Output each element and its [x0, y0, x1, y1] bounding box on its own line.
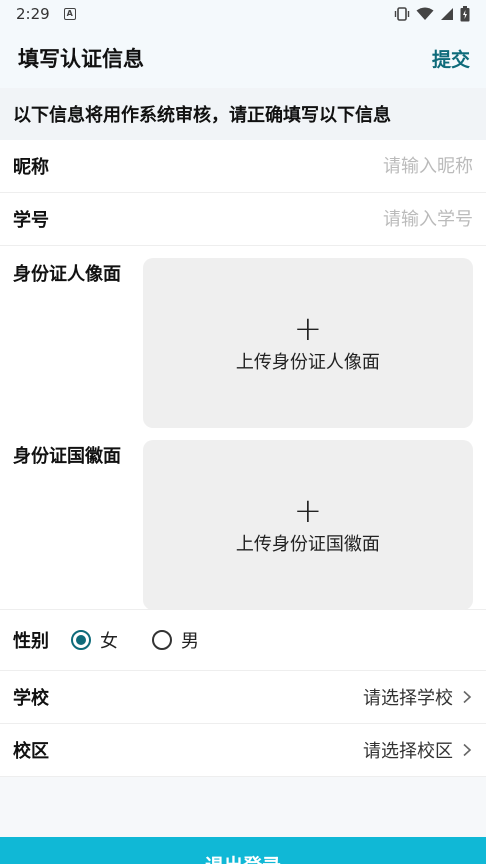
- notice-text: 以下信息将用作系统审核，请正确填写以下信息: [0, 88, 486, 140]
- id-front-label: 身份证人像面: [13, 264, 121, 285]
- chevron-right-icon: [463, 743, 472, 757]
- gender-option-label: 男: [181, 631, 199, 652]
- battery-icon: [460, 6, 470, 22]
- campus-value: 请选择校区: [363, 741, 453, 762]
- status-bar: 2:29 A: [0, 0, 486, 28]
- id-back-label: 身份证国徽面: [13, 446, 121, 467]
- id-back-upload-hint: 上传身份证国徽面: [235, 534, 380, 555]
- school-label: 学校: [13, 688, 49, 709]
- gender-label: 性别: [13, 631, 49, 652]
- gender-option-female[interactable]: 女: [71, 627, 118, 653]
- nickname-label: 昵称: [13, 157, 49, 178]
- page-title: 填写认证信息: [18, 47, 144, 71]
- logout-label: 退出登录: [205, 851, 281, 864]
- campus-select[interactable]: 校区 请选择校区: [0, 724, 486, 777]
- id-front-upload-button[interactable]: + 上传身份证人像面: [142, 258, 473, 428]
- signal-icon: [441, 8, 453, 20]
- notification-a-icon: A: [63, 8, 76, 20]
- school-value: 请选择学校: [363, 688, 453, 709]
- submit-button[interactable]: 提交: [432, 45, 470, 72]
- nickname-input[interactable]: [253, 155, 473, 177]
- gender-option-male[interactable]: 男: [152, 627, 199, 653]
- wifi-icon: [416, 7, 434, 20]
- id-front-upload-hint: 上传身份证人像面: [235, 352, 380, 373]
- gender-row: 性别 女 男: [0, 610, 486, 671]
- app-header: 填写认证信息 提交: [0, 28, 486, 88]
- radio-checked-icon: [71, 630, 91, 650]
- id-back-row: 身份证国徽面 + 上传身份证国徽面: [0, 428, 486, 610]
- student-id-row: 学号: [0, 193, 486, 246]
- campus-label: 校区: [13, 741, 49, 762]
- id-front-row: 身份证人像面 + 上传身份证人像面: [0, 246, 486, 428]
- chevron-right-icon: [463, 690, 472, 704]
- student-id-label: 学号: [13, 210, 49, 231]
- status-time: 2:29: [16, 5, 50, 23]
- school-select[interactable]: 学校 请选择学校: [0, 671, 486, 724]
- student-id-input[interactable]: [253, 208, 473, 230]
- logout-button[interactable]: 退出登录: [0, 837, 486, 864]
- nickname-row: 昵称: [0, 140, 486, 193]
- id-back-upload-button[interactable]: + 上传身份证国徽面: [142, 440, 473, 610]
- plus-icon: +: [293, 491, 323, 531]
- gender-option-label: 女: [100, 631, 118, 652]
- vibrate-icon: [394, 7, 410, 21]
- radio-unchecked-icon: [152, 630, 172, 650]
- verification-form: 昵称 学号 身份证人像面 + 上传身份证人像面 身份证国徽面 + 上传身份证国徽…: [0, 140, 486, 777]
- plus-icon: +: [293, 309, 323, 349]
